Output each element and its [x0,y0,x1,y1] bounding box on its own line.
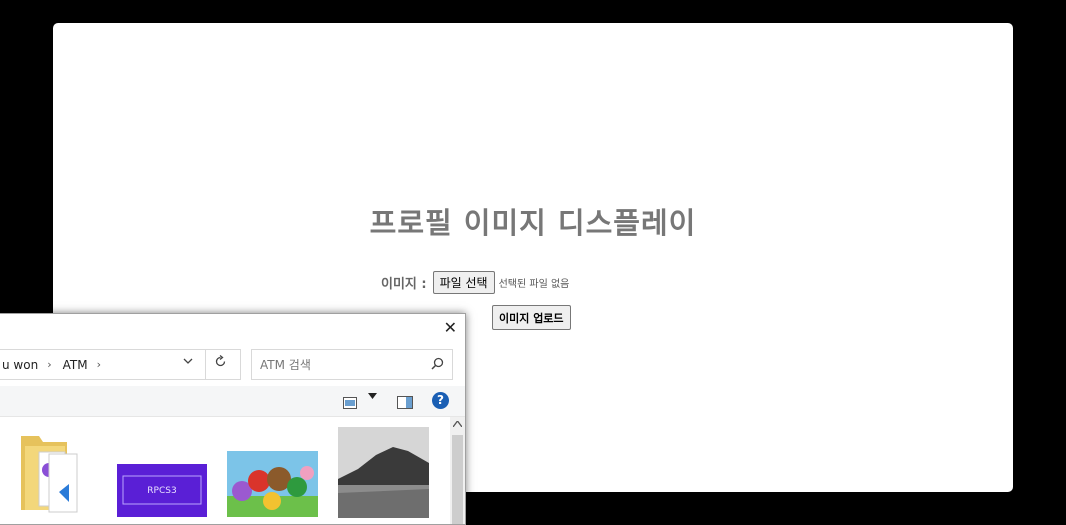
no-file-text: 선택된 파일 없음 [498,279,570,290]
upload-form-row: 이미지 : 파일 선택 선택된 파일 없음 [381,271,569,294]
address-bar[interactable]: u won › ATM › [0,349,241,380]
search-input[interactable]: ATM 검색 [251,349,453,380]
upload-image-button[interactable]: 이미지 업로드 [492,305,571,330]
image-label: 이미지 : [381,277,427,292]
search-placeholder: ATM 검색 [260,358,311,372]
view-mode-icon[interactable] [343,394,357,413]
dialog-toolbar: ? [0,386,465,417]
view-dropdown-icon[interactable] [368,392,377,402]
breadcrumb-atm[interactable]: ATM [63,358,88,372]
folder-icon[interactable] [21,432,83,524]
page-title: 프로필 이미지 디스플레이 [369,206,697,240]
rpcs3-image-thumbnail[interactable]: RPCS3 [117,464,207,521]
file-open-dialog: ✕ u won › ATM › ATM 검색 ? RPCS3 [0,313,466,525]
scroll-up-icon[interactable] [452,419,463,430]
close-icon[interactable]: ✕ [444,318,457,337]
refresh-icon[interactable] [214,354,227,372]
address-divider [205,350,206,379]
preview-pane-icon[interactable] [397,394,413,413]
chevron-right-icon[interactable]: › [97,358,101,371]
scrollbar[interactable] [450,417,465,524]
chevron-right-icon[interactable]: › [47,358,51,371]
rpcs3-text: RPCS3 [147,486,176,496]
breadcrumb-user[interactable]: u won [2,358,38,372]
choose-file-button[interactable]: 파일 선택 [432,271,495,294]
search-icon[interactable] [431,357,444,373]
landscape-image-thumbnail[interactable] [338,427,429,522]
help-icon[interactable]: ? [432,392,449,409]
scrollbar-thumb[interactable] [452,435,463,524]
mario-party-image-thumbnail[interactable] [227,451,318,521]
chevron-down-icon[interactable] [183,356,193,369]
